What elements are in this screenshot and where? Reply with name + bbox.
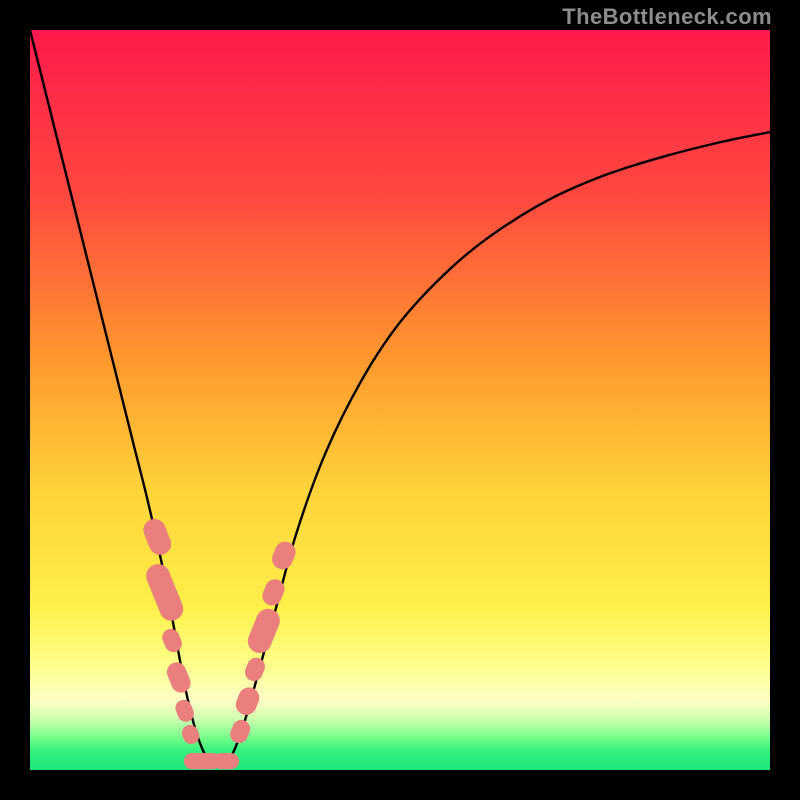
watermark-text: TheBottleneck.com (562, 4, 772, 30)
curve-marker (213, 753, 239, 769)
gradient-background (30, 30, 770, 770)
plot-area (30, 30, 770, 770)
chart-svg (30, 30, 770, 770)
outer-frame: TheBottleneck.com (0, 0, 800, 800)
